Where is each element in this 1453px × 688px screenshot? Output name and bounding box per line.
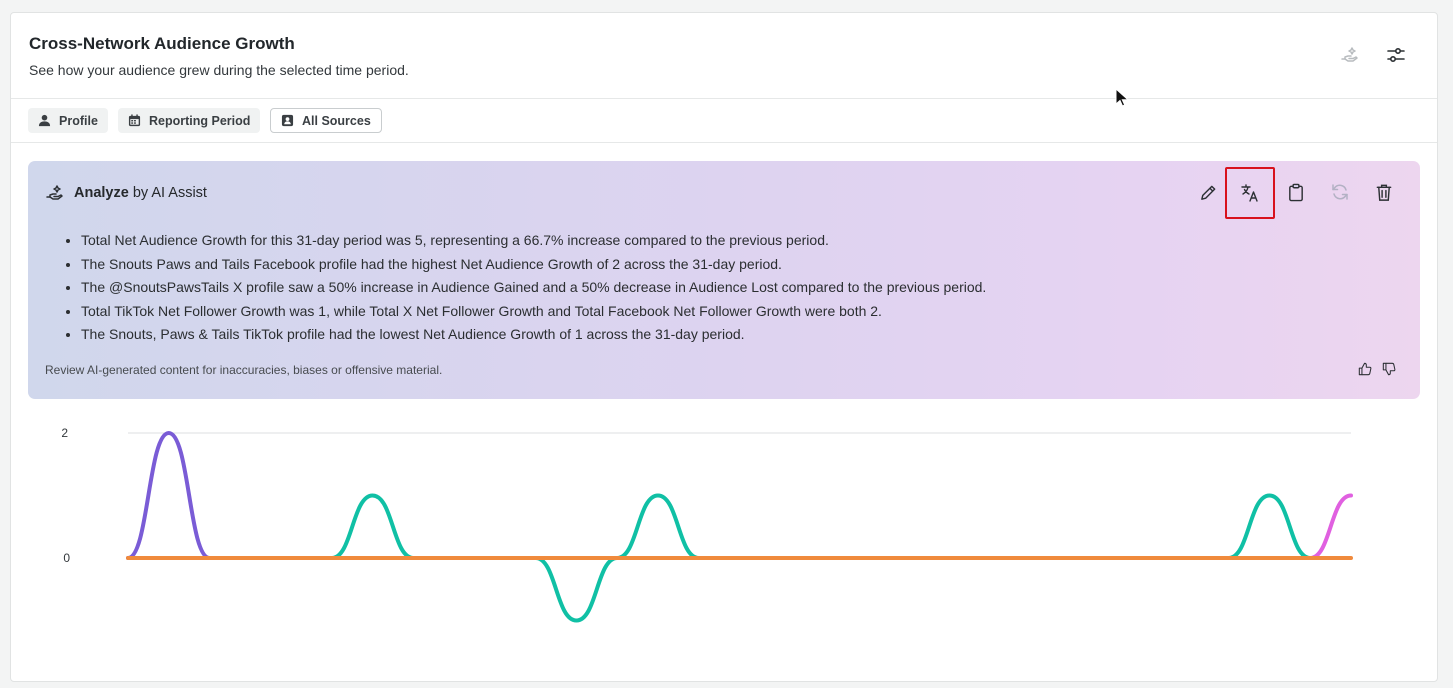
translate-button[interactable] bbox=[1225, 167, 1275, 219]
contact-card-icon bbox=[281, 114, 294, 127]
list-item: The Snouts, Paws & Tails TikTok profile … bbox=[81, 323, 986, 347]
ai-analysis-panel: Analyze by AI Assist Total Net Audience … bbox=[28, 161, 1420, 399]
filter-reporting-period[interactable]: Reporting Period bbox=[118, 108, 261, 133]
calendar-icon bbox=[128, 114, 141, 127]
person-icon bbox=[38, 114, 51, 127]
y-tick-label: 0 bbox=[63, 551, 70, 565]
mouse-cursor-icon bbox=[1115, 88, 1129, 107]
sliders-icon bbox=[1387, 47, 1405, 63]
filter-profile-label: Profile bbox=[59, 113, 98, 128]
refresh-icon bbox=[1332, 184, 1348, 200]
edit-button[interactable] bbox=[1193, 177, 1223, 207]
ai-insights-list: Total Net Audience Growth for this 31-da… bbox=[63, 229, 986, 347]
series-line-2 bbox=[1308, 493, 1353, 560]
ai-panel-heading: Analyze by AI Assist bbox=[45, 183, 207, 203]
filter-reporting-period-label: Reporting Period bbox=[149, 113, 251, 128]
regenerate-button[interactable] bbox=[1325, 177, 1355, 207]
page-title: Cross-Network Audience Growth bbox=[29, 34, 295, 53]
line-chart: 2 0 bbox=[61, 426, 1353, 623]
translate-icon bbox=[1241, 184, 1258, 202]
list-item: The @SnoutsPawsTails X profile saw a 50%… bbox=[81, 276, 986, 300]
page-subtitle: See how your audience grew during the se… bbox=[29, 62, 409, 78]
filter-bar: Profile Reporting Period All Sources bbox=[11, 99, 1437, 143]
edit-pencil-icon bbox=[1200, 185, 1215, 200]
delete-button[interactable] bbox=[1369, 177, 1399, 207]
copy-button[interactable] bbox=[1281, 177, 1311, 207]
ai-assist-icon bbox=[46, 185, 63, 200]
series-line-0 bbox=[126, 430, 212, 560]
thumbs-up-button[interactable] bbox=[1355, 360, 1375, 378]
ai-heading-rest: by AI Assist bbox=[132, 185, 207, 201]
filter-all-sources[interactable]: All Sources bbox=[270, 108, 382, 133]
trash-icon bbox=[1376, 184, 1392, 201]
thumbs-down-button[interactable] bbox=[1379, 360, 1399, 378]
filter-all-sources-label: All Sources bbox=[302, 113, 371, 128]
card-header: Cross-Network Audience Growth See how yo… bbox=[11, 13, 1437, 99]
list-item: Total Net Audience Growth for this 31-da… bbox=[81, 229, 986, 253]
ai-assist-icon bbox=[1341, 47, 1358, 62]
list-item: Total TikTok Net Follower Growth was 1, … bbox=[81, 300, 986, 324]
audience-growth-card: Cross-Network Audience Growth See how yo… bbox=[10, 12, 1438, 682]
thumbs-up-icon bbox=[1358, 362, 1372, 376]
filter-profile[interactable]: Profile bbox=[28, 108, 108, 133]
settings-sliders-button[interactable] bbox=[1382, 41, 1410, 69]
ai-heading-bold: Analyze bbox=[74, 185, 129, 201]
audience-growth-chart: 2 0 bbox=[11, 413, 1439, 683]
y-tick-label: 2 bbox=[61, 426, 68, 440]
thumbs-down-icon bbox=[1382, 362, 1396, 376]
list-item: The Snouts Paws and Tails Facebook profi… bbox=[81, 253, 986, 277]
ai-disclaimer: Review AI-generated content for inaccura… bbox=[45, 363, 443, 377]
clipboard-icon bbox=[1289, 183, 1303, 201]
ai-assist-button[interactable] bbox=[1336, 41, 1364, 69]
